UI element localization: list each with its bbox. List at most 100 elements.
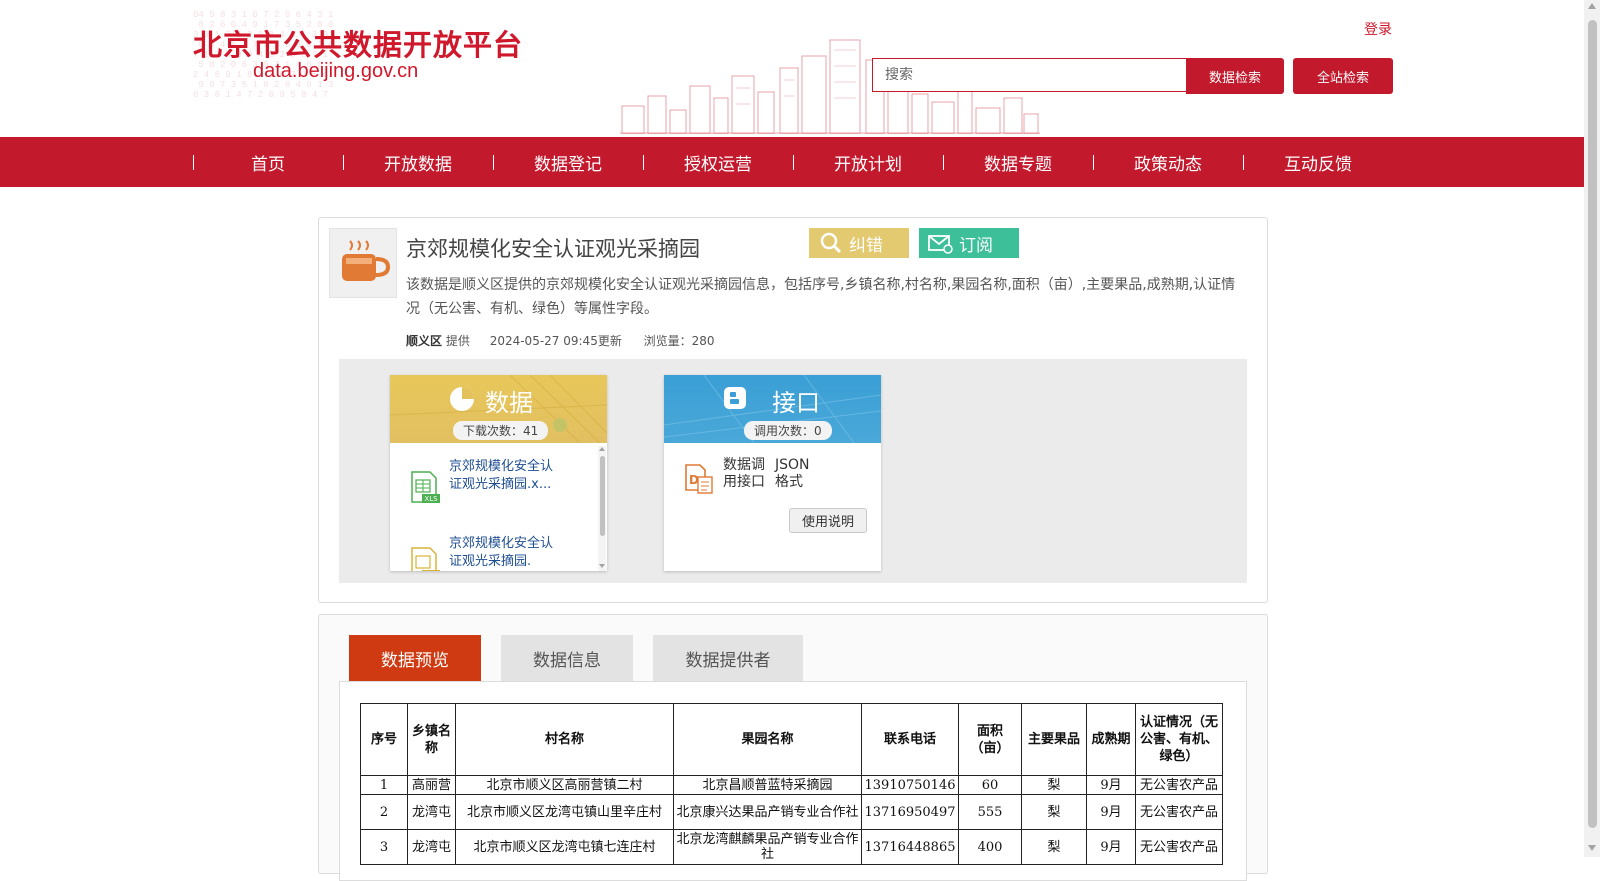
- mail-icon: [928, 235, 953, 254]
- file-link[interactable]: 京郊规模化安全认证观光采摘园.x...: [449, 458, 557, 494]
- table-cell: 梨: [1021, 829, 1087, 865]
- site-search-button[interactable]: 全站检索: [1293, 58, 1393, 94]
- column-header: 村名称: [455, 703, 674, 776]
- table-cell: 无公害农产品: [1135, 775, 1223, 795]
- call-count: 调用次数：0: [744, 421, 832, 440]
- data-card-header: 数据 下载次数：41: [390, 375, 607, 443]
- usage-guide-button[interactable]: 使用说明: [789, 508, 867, 533]
- table-cell: 高丽营: [407, 775, 456, 795]
- file-list-scroll-down-icon[interactable]: [599, 564, 605, 568]
- table-cell: 北京市顺义区龙湾屯镇七连庄村: [455, 829, 674, 865]
- column-header: 成熟期: [1086, 703, 1136, 776]
- file-link[interactable]: 京郊规模化安全认证观光采摘园.: [449, 535, 557, 571]
- table-cell: 9月: [1086, 829, 1136, 865]
- api-format: JSON 格式: [775, 457, 810, 491]
- tab-data-preview[interactable]: 数据预览: [349, 635, 481, 681]
- pie-chart-icon: [450, 387, 474, 411]
- cup-icon: [342, 240, 391, 281]
- updated-time: 2024-05-27 09:45更新: [489, 334, 622, 348]
- table-cell: 60: [958, 775, 1022, 795]
- xls-file-icon: XLS: [408, 470, 442, 508]
- table-cell: 13910750146: [861, 775, 959, 795]
- table-cell: 北京龙湾麒麟果品产销专业合作社: [673, 829, 862, 865]
- api-card-header: 接口 调用次数：0: [664, 375, 881, 443]
- api-format-line1: JSON: [775, 457, 810, 473]
- correct-button[interactable]: 纠错: [809, 228, 909, 258]
- svg-text:XLS: XLS: [424, 495, 438, 503]
- search-input[interactable]: [872, 58, 1186, 92]
- table-cell: 梨: [1021, 775, 1087, 795]
- scroll-down-arrow-icon[interactable]: [1588, 845, 1596, 851]
- view-count: 浏览量：280: [643, 334, 715, 348]
- site-title: 北京市公共数据开放平台: [193, 28, 524, 62]
- column-header: 主要果品: [1021, 703, 1087, 776]
- table-cell: 13716950497: [861, 794, 959, 830]
- download-count: 下载次数：41: [453, 421, 549, 440]
- data-search-button[interactable]: 数据检索: [1186, 58, 1284, 94]
- data-card-title: 数据: [485, 389, 533, 417]
- column-header: 果园名称: [673, 703, 862, 776]
- nav-item-feedback[interactable]: 互动反馈: [1243, 137, 1393, 187]
- table-cell: 3: [360, 829, 408, 865]
- correct-label: 纠错: [849, 235, 883, 256]
- api-label-line2: 用接口: [723, 474, 765, 490]
- table-row: 3 龙湾屯 北京市顺义区龙湾屯镇七连庄村 北京龙湾麒麟果品产销专业合作社 137…: [360, 829, 1223, 865]
- tab-data-provider[interactable]: 数据提供者: [653, 635, 803, 681]
- provider-name: 顺义区: [406, 334, 443, 348]
- nav-item-open-data[interactable]: 开放数据: [343, 137, 493, 187]
- table-cell: 9月: [1086, 775, 1136, 795]
- preview-table: 序号 乡镇名称 村名称 果园名称 联系电话 面积（亩） 主要果品 成熟期 认证情…: [360, 703, 1223, 865]
- column-header: 联系电话: [861, 703, 959, 776]
- dataset-title: 京郊规模化安全认证观光采摘园: [406, 237, 700, 261]
- file-icon: [408, 546, 442, 571]
- provider-suffix: 提供: [445, 334, 470, 348]
- column-header: 认证情况（无公害、有机、绿色）: [1135, 703, 1223, 776]
- api-label-line1: 数据调: [723, 457, 765, 473]
- table-row: 1 高丽营 北京市顺义区高丽营镇二村 北京昌顺普蓝特采摘园 1391075014…: [360, 775, 1223, 795]
- table-cell: 北京昌顺普蓝特采摘园: [673, 775, 862, 795]
- api-card-title: 接口: [772, 389, 820, 417]
- nav-item-authorized-operation[interactable]: 授权运营: [643, 137, 793, 187]
- subscribe-button[interactable]: 订阅: [919, 228, 1019, 258]
- site-domain: data.beijing.gov.cn: [253, 60, 419, 82]
- nav-item-data-topics[interactable]: 数据专题: [943, 137, 1093, 187]
- api-icon: [724, 387, 746, 409]
- main-navbar: 首页 开放数据 数据登记 授权运营 开放计划 数据专题 政策动态 互动反馈: [0, 137, 1584, 187]
- file-list-scrollbar-thumb[interactable]: [600, 456, 605, 536]
- table-cell: 北京市顺义区高丽营镇二村: [455, 775, 674, 795]
- table-cell: 北京康兴达果品产销专业合作社: [673, 794, 862, 830]
- column-header: 乡镇名称: [407, 703, 456, 776]
- table-cell: 北京市顺义区龙湾屯镇山里辛庄村: [455, 794, 674, 830]
- api-label: 数据调 用接口: [723, 457, 765, 491]
- file-list-scroll-up-icon[interactable]: [599, 447, 605, 451]
- nav-item-open-plan[interactable]: 开放计划: [793, 137, 943, 187]
- magnifier-icon: [820, 232, 842, 254]
- dataset-description: 该数据是顺义区提供的京郊规模化安全认证观光采摘园信息，包括序号,乡镇名称,村名称…: [406, 277, 1236, 317]
- column-header: 序号: [360, 703, 408, 776]
- table-cell: 400: [958, 829, 1022, 865]
- page-scrollbar-thumb[interactable]: [1588, 20, 1597, 828]
- table-cell: 9月: [1086, 794, 1136, 830]
- nav-item-policy-news[interactable]: 政策动态: [1093, 137, 1243, 187]
- table-cell: 梨: [1021, 794, 1087, 830]
- table-row: 2 龙湾屯 北京市顺义区龙湾屯镇山里辛庄村 北京康兴达果品产销专业合作社 137…: [360, 794, 1223, 830]
- table-cell: 龙湾屯: [407, 829, 456, 865]
- category-icon: [329, 228, 397, 298]
- table-cell: 无公害农产品: [1135, 794, 1223, 830]
- table-header-row: 序号 乡镇名称 村名称 果园名称 联系电话 面积（亩） 主要果品 成熟期 认证情…: [360, 703, 1223, 776]
- nav-item-home[interactable]: 首页: [193, 137, 343, 187]
- api-document-icon: D: [683, 463, 715, 499]
- table-cell: 无公害农产品: [1135, 829, 1223, 865]
- nav-item-data-registration[interactable]: 数据登记: [493, 137, 643, 187]
- login-link[interactable]: 登录: [1364, 19, 1392, 39]
- table-cell: 2: [360, 794, 408, 830]
- dataset-meta: 顺义区 提供 2024-05-27 09:45更新 浏览量：280: [406, 332, 715, 349]
- tab-data-info[interactable]: 数据信息: [501, 635, 633, 681]
- subscribe-label: 订阅: [959, 235, 993, 256]
- api-format-line2: 格式: [775, 474, 803, 490]
- column-header: 面积（亩）: [958, 703, 1022, 776]
- scroll-up-arrow-icon[interactable]: [1588, 3, 1596, 9]
- table-cell: 1: [360, 775, 408, 795]
- table-cell: 13716448865: [861, 829, 959, 865]
- table-cell: 555: [958, 794, 1022, 830]
